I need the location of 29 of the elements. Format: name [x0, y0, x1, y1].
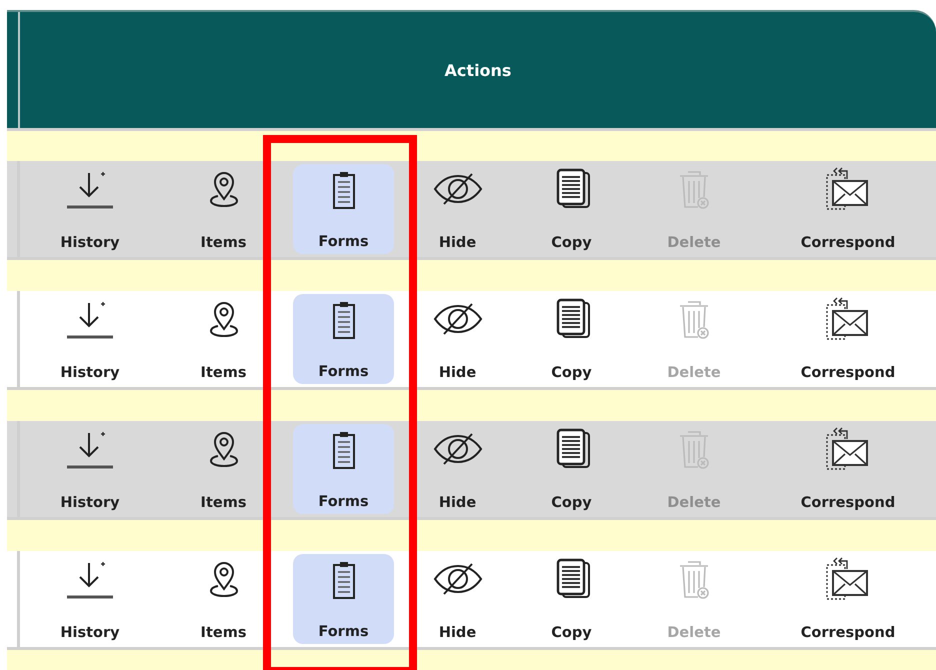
history-icon — [65, 299, 115, 339]
history-button[interactable]: History — [20, 161, 160, 257]
hide-button[interactable]: Hide — [400, 291, 515, 387]
items-button[interactable]: Items — [160, 161, 287, 257]
history-button[interactable]: History — [20, 291, 160, 387]
hide-button[interactable]: Hide — [400, 161, 515, 257]
forms-button[interactable]: Forms — [293, 424, 394, 514]
history-icon — [65, 169, 115, 209]
history-button[interactable]: History — [20, 551, 160, 647]
forms-button[interactable]: Forms — [293, 294, 394, 384]
column-header: Actions — [444, 60, 512, 80]
forms-button[interactable]: Forms — [293, 554, 394, 644]
history-icon — [65, 429, 115, 469]
copy-button[interactable]: Copy — [515, 291, 628, 387]
items-button[interactable]: Items — [160, 291, 287, 387]
copy-button[interactable]: Copy — [515, 161, 628, 257]
forms-button[interactable]: Forms — [293, 164, 394, 254]
correspond-button[interactable]: Correspond — [760, 291, 936, 387]
hide-button[interactable]: Hide — [400, 551, 515, 647]
items-button[interactable]: Items — [160, 421, 287, 517]
correspond-button[interactable]: Correspond — [760, 551, 936, 647]
copy-button[interactable]: Copy — [515, 551, 628, 647]
history-icon — [65, 559, 115, 599]
correspond-button[interactable]: Correspond — [760, 161, 936, 257]
copy-button[interactable]: Copy — [515, 421, 628, 517]
hide-button[interactable]: Hide — [400, 421, 515, 517]
items-button[interactable]: Items — [160, 551, 287, 647]
correspond-button[interactable]: Correspond — [760, 421, 936, 517]
history-button[interactable]: History — [20, 421, 160, 517]
